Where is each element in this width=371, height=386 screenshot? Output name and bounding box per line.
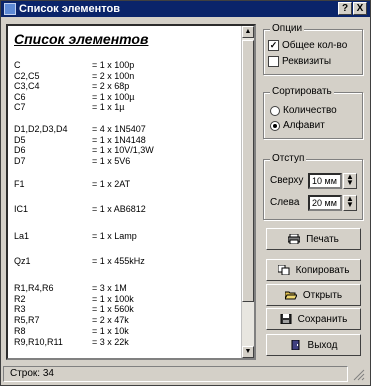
component-reference: R9,R10,R11: [14, 337, 63, 347]
component-value: = 1 x 1N4148: [92, 135, 146, 145]
component-value: = 4 x 1N5407: [92, 124, 146, 134]
total-count-checkbox[interactable]: ✓ Общее кол-во: [268, 40, 347, 51]
options-group: Опции ✓ Общее кол-во Реквизиты: [263, 23, 363, 75]
indent-group: Отступ Сверху 10 мм ▲ ▼ Слева 20 мм ▲ ▼: [263, 153, 363, 220]
component-reference: R3: [14, 304, 26, 314]
check-icon: [268, 56, 279, 67]
component-value: = 1 x 560k: [92, 304, 134, 314]
component-reference: Qz1: [14, 256, 31, 266]
exit-button[interactable]: Выход: [266, 334, 361, 356]
list-heading: Список элементов: [14, 31, 149, 47]
sort-by-count-label: Количество: [283, 105, 337, 116]
folder-open-icon: [284, 291, 297, 300]
component-value: = 1 x 100µ: [92, 92, 135, 102]
open-button-label: Открыть: [302, 289, 343, 301]
component-reference: R5,R7: [14, 315, 40, 325]
props-label: Реквизиты: [282, 56, 332, 67]
component-reference: D6: [14, 145, 26, 155]
component-value: = 1 x Lamp: [92, 231, 137, 241]
component-value: = 1 x AB6812: [92, 204, 146, 214]
component-value: = 1 x 1µ: [92, 102, 125, 112]
component-value: = 2 x 100n: [92, 71, 135, 81]
element-list-window: Список элементов ? X Список элементов C =…: [0, 0, 371, 386]
component-reference: La1: [14, 231, 30, 241]
component-reference: D7: [14, 156, 26, 166]
component-reference: R8: [14, 326, 26, 336]
component-reference: D1,D2,D3,D4: [14, 124, 68, 134]
element-list-panel[interactable]: Список элементов C = 1 x 100p C2,C5 = 2 x 1…: [6, 24, 256, 360]
radio-icon: [270, 120, 280, 131]
copy-button[interactable]: Копировать: [266, 259, 361, 281]
component-value: = 1 x 2AT: [92, 179, 131, 189]
exit-door-icon: [291, 340, 300, 350]
props-checkbox[interactable]: Реквизиты: [268, 56, 331, 67]
exit-button-label: Выход: [307, 339, 338, 351]
component-reference: IC1: [14, 204, 29, 214]
component-value: = 1 x 10k: [92, 326, 129, 336]
printer-icon: [288, 234, 301, 244]
component-reference: R2: [14, 294, 26, 304]
check-icon: ✓: [268, 40, 279, 51]
component-value: = 2 x 47k: [92, 315, 129, 325]
resize-grip-icon[interactable]: [353, 369, 365, 381]
component-reference: F1: [14, 179, 25, 189]
sort-by-count-radio[interactable]: Количество: [270, 105, 337, 116]
indent-group-label: Отступ: [270, 153, 307, 164]
component-value: = 3 x 1M: [92, 283, 127, 293]
sort-group-label: Сортировать: [270, 86, 334, 97]
component-reference: C2,C5: [14, 71, 40, 81]
sort-alpha-radio[interactable]: Алфавит: [270, 120, 325, 131]
component-reference: C7: [14, 102, 26, 112]
component-value: = 1 x 100k: [92, 294, 134, 304]
copy-icon: [277, 265, 290, 275]
component-reference: C3,C4: [14, 81, 40, 91]
indent-left-spinner[interactable]: ▲ ▼: [343, 195, 357, 211]
app-icon: [4, 3, 16, 15]
component-value: = 1 x 10V/1,3W: [92, 145, 154, 155]
print-button-label: Печать: [306, 233, 339, 245]
help-button[interactable]: ?: [338, 2, 352, 15]
indent-top-spinner[interactable]: ▲ ▼: [343, 173, 357, 189]
scroll-down-icon[interactable]: ▼: [242, 346, 254, 358]
indent-left-input[interactable]: 20 мм: [308, 195, 342, 211]
title-bar[interactable]: Список элементов ? X: [1, 1, 370, 17]
component-value: = 3 x 22k: [92, 337, 129, 347]
open-button[interactable]: Открыть: [266, 284, 361, 306]
window-title: Список элементов: [19, 3, 120, 15]
component-value: = 2 x 68p: [92, 81, 130, 91]
indent-left-label: Слева: [270, 197, 300, 208]
total-count-label: Общее кол-во: [282, 40, 348, 51]
save-button-label: Сохранить: [297, 313, 348, 325]
floppy-disk-icon: [280, 314, 292, 324]
options-group-label: Опции: [270, 23, 305, 34]
component-value: = 1 x 5V6: [92, 156, 131, 166]
scroll-thumb[interactable]: [242, 40, 254, 302]
indent-top-label: Сверху: [270, 175, 304, 186]
sort-group: Сортировать Количество Алфавит: [263, 86, 363, 139]
print-button[interactable]: Печать: [266, 228, 361, 250]
sort-alpha-label: Алфавит: [283, 120, 325, 131]
component-value: = 1 x 100p: [92, 60, 135, 70]
indent-top-input[interactable]: 10 мм: [308, 173, 342, 189]
save-button[interactable]: Сохранить: [266, 308, 361, 330]
scroll-up-icon[interactable]: ▲: [242, 26, 254, 38]
vertical-scrollbar[interactable]: ▲ ▼: [241, 26, 254, 358]
component-reference: C6: [14, 92, 26, 102]
status-bar: Строк: 34: [3, 366, 348, 382]
component-value: = 1 x 455kHz: [92, 256, 145, 266]
copy-button-label: Копировать: [295, 264, 350, 276]
component-reference: D5: [14, 135, 26, 145]
component-reference: C: [14, 60, 21, 70]
radio-icon: [270, 105, 280, 116]
close-button[interactable]: X: [353, 2, 367, 15]
component-reference: R1,R4,R6: [14, 283, 54, 293]
